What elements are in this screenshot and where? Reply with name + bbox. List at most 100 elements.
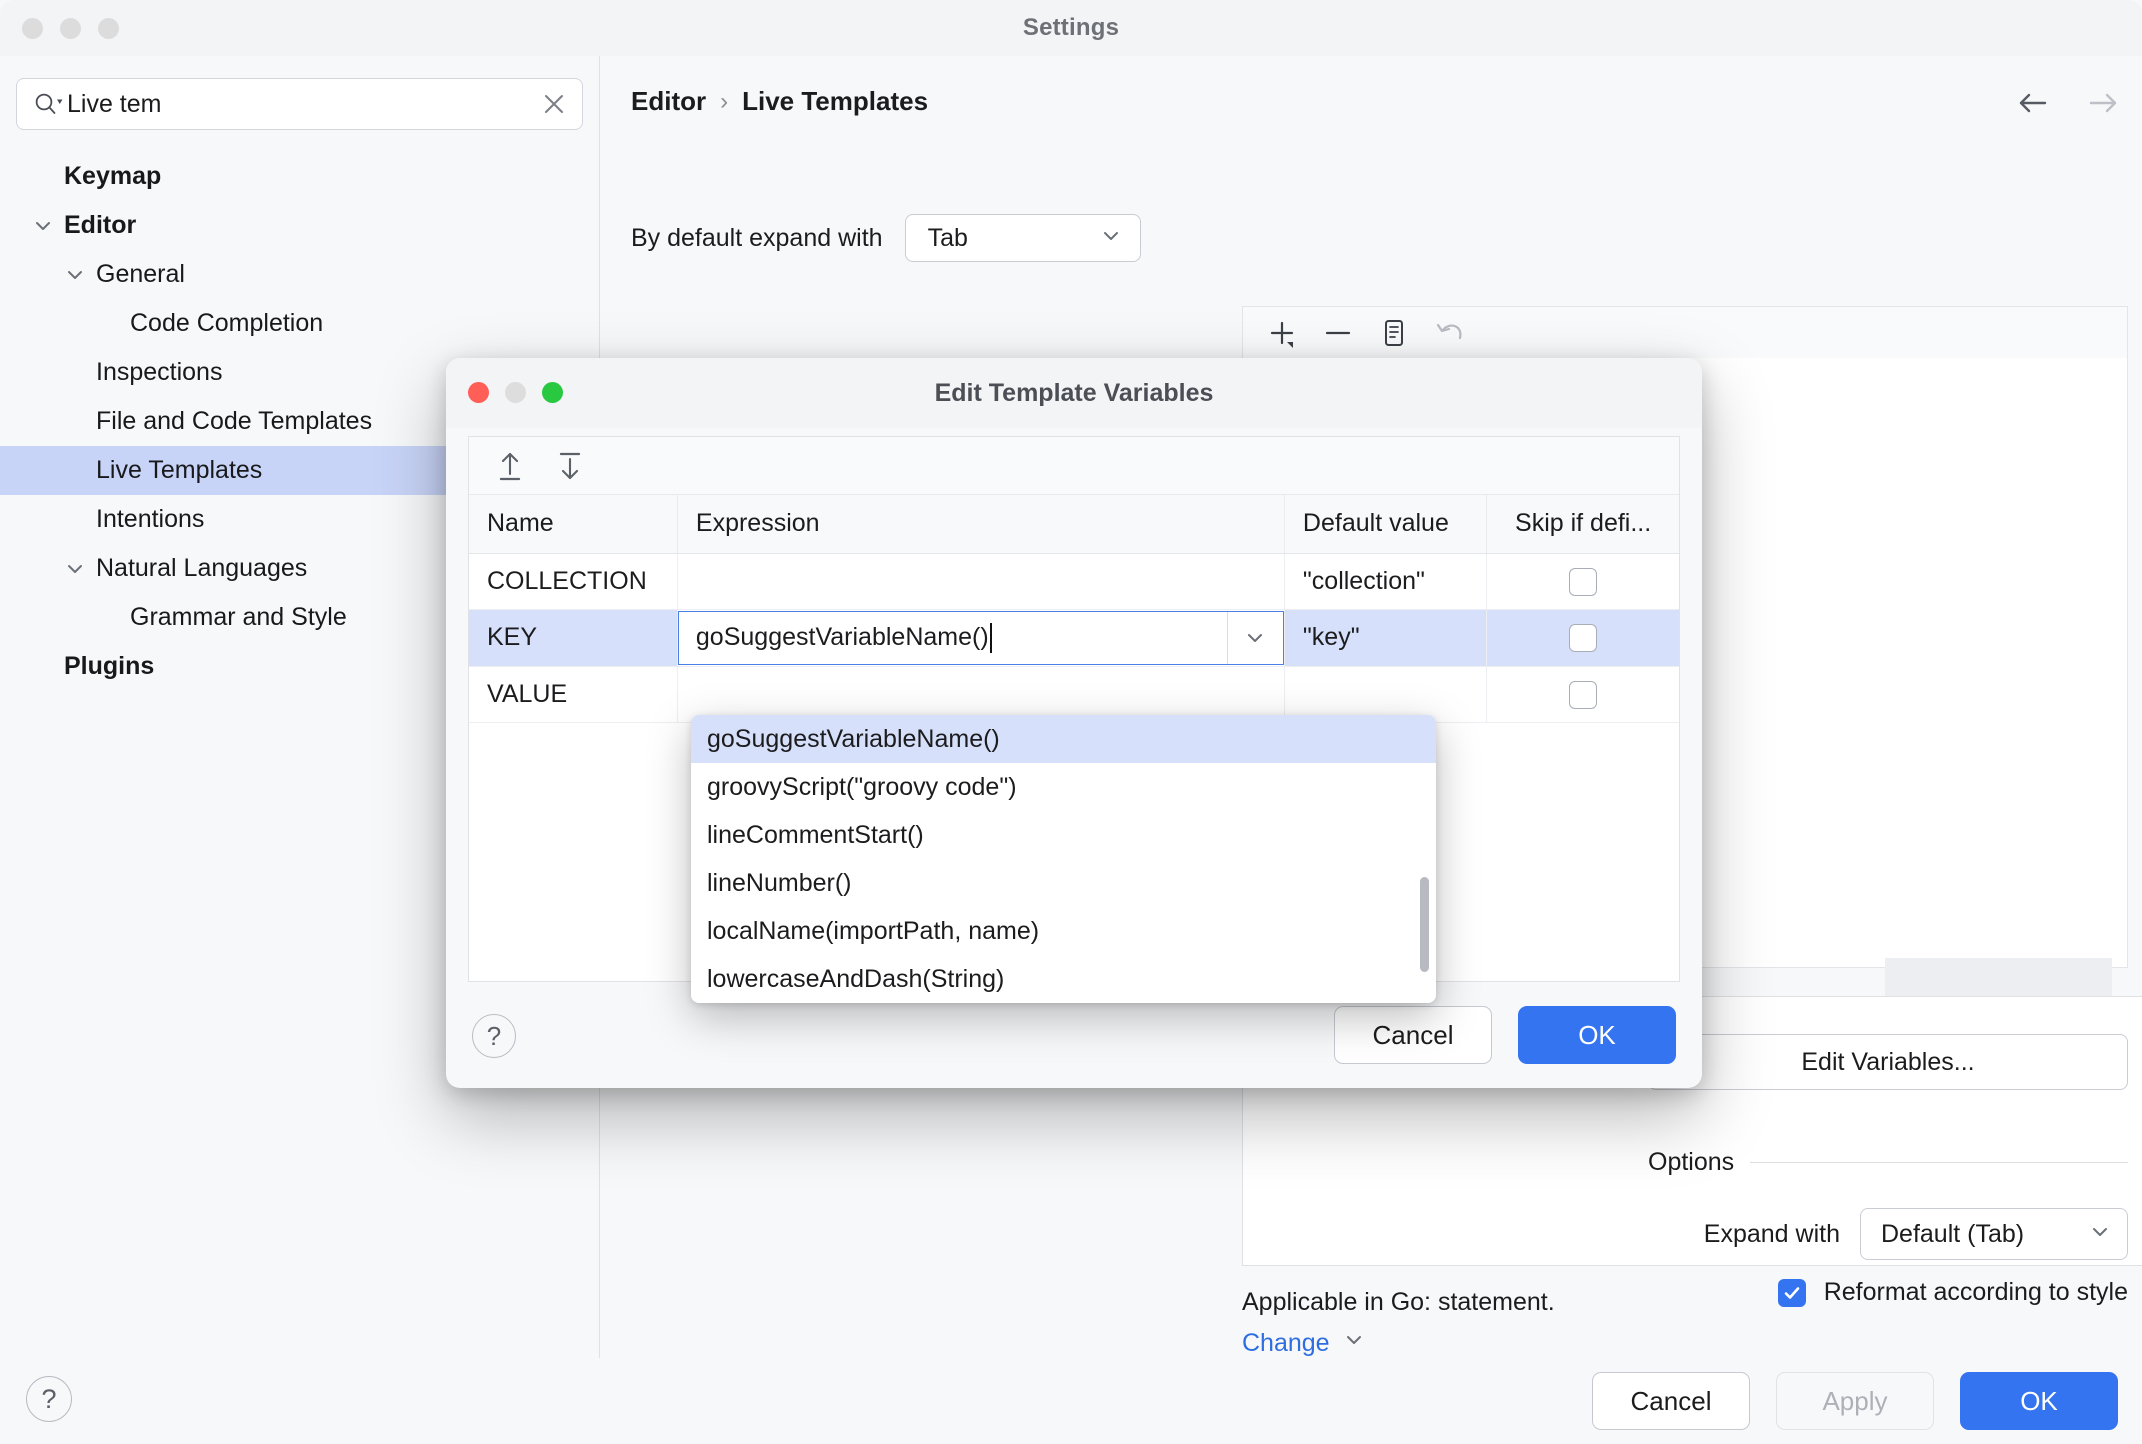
- skip-if-defined-checkbox[interactable]: [1569, 681, 1597, 709]
- window-titlebar: Settings: [0, 0, 2142, 56]
- default-expand-label: By default expand with: [631, 224, 883, 253]
- expand-with-select[interactable]: Default (Tab): [1860, 1208, 2128, 1260]
- autocomplete-item[interactable]: goSuggestVariableName(): [691, 715, 1436, 763]
- window-traffic-lights[interactable]: [22, 18, 119, 39]
- dialog-body: Name Expression Default value Skip if de…: [468, 436, 1680, 982]
- autocomplete-item[interactable]: lineNumber(): [691, 859, 1436, 907]
- column-header-name[interactable]: Name: [469, 495, 677, 553]
- zoom-button[interactable]: [98, 18, 119, 39]
- sidebar-item-label: Natural Languages: [96, 554, 307, 583]
- default-expand-row: By default expand with Tab: [631, 214, 1141, 262]
- variable-default-cell[interactable]: [1284, 666, 1486, 722]
- close-button[interactable]: [22, 18, 43, 39]
- options-section-header: Options: [1648, 1148, 2128, 1177]
- autocomplete-item[interactable]: lowercaseAndDash(String): [691, 955, 1436, 1003]
- sidebar-item-editor[interactable]: Editor: [0, 201, 599, 250]
- sidebar-item-keymap[interactable]: Keymap: [0, 152, 599, 201]
- edit-template-variables-dialog: Edit Template Variables: [446, 358, 1702, 1088]
- variable-expression-cell[interactable]: goSuggestVariableName(): [677, 609, 1284, 666]
- default-expand-value: Tab: [928, 224, 968, 253]
- window-title: Settings: [0, 14, 2142, 42]
- variable-default-cell[interactable]: "collection": [1284, 553, 1486, 609]
- minus-icon[interactable]: [1321, 316, 1355, 350]
- dialog-titlebar: Edit Template Variables: [446, 358, 1702, 428]
- chevron-down-icon[interactable]: [30, 213, 56, 239]
- table-header-row: Name Expression Default value Skip if de…: [469, 495, 1679, 553]
- reformat-row[interactable]: Reformat according to style: [1648, 1278, 2128, 1307]
- ok-button[interactable]: OK: [1960, 1372, 2118, 1430]
- variable-expression-cell[interactable]: [677, 553, 1284, 609]
- expand-with-row: Expand with Default (Tab): [1648, 1208, 2128, 1260]
- table-row[interactable]: VALUE: [469, 666, 1679, 722]
- dialog-minimize-button[interactable]: [505, 382, 526, 403]
- variable-skip-cell[interactable]: [1487, 553, 1679, 609]
- reformat-checkbox[interactable]: [1778, 1279, 1806, 1307]
- column-header-skip-if-defined[interactable]: Skip if defi...: [1487, 495, 1679, 553]
- search-icon: [33, 91, 63, 117]
- chevron-down-icon[interactable]: [62, 556, 88, 582]
- copy-icon[interactable]: [1377, 316, 1411, 350]
- undo-icon[interactable]: [1433, 316, 1467, 350]
- table-row[interactable]: KEY goSuggestVariableName() "key": [469, 609, 1679, 666]
- sidebar-item-label: Code Completion: [130, 309, 323, 338]
- question-icon[interactable]: ?: [26, 1376, 72, 1422]
- default-expand-select[interactable]: Tab: [905, 214, 1141, 262]
- autocomplete-item[interactable]: lineCommentStart(): [691, 811, 1436, 859]
- close-icon[interactable]: [534, 84, 574, 124]
- applicable-context-text: Applicable in Go: statement.: [1242, 1288, 1555, 1317]
- autocomplete-scrollbar[interactable]: [1420, 877, 1429, 972]
- dialog-footer-buttons: Cancel OK: [1334, 1006, 1676, 1064]
- variable-name-cell[interactable]: VALUE: [469, 666, 677, 722]
- sidebar-item-label: Keymap: [64, 162, 161, 191]
- variable-skip-cell[interactable]: [1487, 609, 1679, 666]
- move-to-top-icon[interactable]: [493, 448, 527, 484]
- move-to-bottom-icon[interactable]: [553, 448, 587, 484]
- dialog-cancel-button[interactable]: Cancel: [1334, 1006, 1492, 1064]
- breadcrumb-root[interactable]: Editor: [631, 86, 706, 117]
- apply-button[interactable]: Apply: [1776, 1372, 1934, 1430]
- expression-input[interactable]: goSuggestVariableName(): [678, 611, 1284, 665]
- variable-name-cell[interactable]: KEY: [469, 609, 677, 666]
- variables-toolbar: [469, 437, 1679, 495]
- divider: [1750, 1162, 2128, 1163]
- variable-skip-cell[interactable]: [1487, 666, 1679, 722]
- arrow-left-icon[interactable]: [2016, 86, 2050, 120]
- table-row[interactable]: COLLECTION "collection": [469, 553, 1679, 609]
- sidebar-item-label: Inspections: [96, 358, 222, 387]
- nav-arrows: [2016, 86, 2120, 120]
- dialog-traffic-lights[interactable]: [468, 382, 563, 403]
- autocomplete-item[interactable]: localName(importPath, name): [691, 907, 1436, 955]
- sidebar-item-code-completion[interactable]: Code Completion: [0, 299, 599, 348]
- dialog-ok-button[interactable]: OK: [1518, 1006, 1676, 1064]
- variable-expression-cell[interactable]: [677, 666, 1284, 722]
- expression-autocomplete-popup[interactable]: goSuggestVariableName() groovyScript("gr…: [691, 715, 1436, 1003]
- sidebar-item-label: Grammar and Style: [130, 603, 347, 632]
- templates-toolbar: [1242, 306, 2128, 358]
- search-box[interactable]: [16, 78, 583, 130]
- plus-icon[interactable]: [1265, 316, 1299, 350]
- cancel-button[interactable]: Cancel: [1592, 1372, 1750, 1430]
- column-header-expression[interactable]: Expression: [677, 495, 1284, 553]
- text-caret: [990, 623, 992, 653]
- skip-if-defined-checkbox[interactable]: [1569, 568, 1597, 596]
- change-context-link[interactable]: Change: [1242, 1328, 1366, 1359]
- column-header-default-value[interactable]: Default value: [1284, 495, 1486, 553]
- autocomplete-item[interactable]: groovyScript("groovy code"): [691, 763, 1436, 811]
- dialog-zoom-button[interactable]: [542, 382, 563, 403]
- question-icon[interactable]: ?: [472, 1014, 516, 1058]
- dialog-close-button[interactable]: [468, 382, 489, 403]
- skip-if-defined-checkbox[interactable]: [1569, 624, 1597, 652]
- sidebar-item-general[interactable]: General: [0, 250, 599, 299]
- chevron-down-icon[interactable]: [62, 262, 88, 288]
- footer-buttons: Cancel Apply OK: [1592, 1372, 2118, 1430]
- breadcrumb-current: Live Templates: [742, 86, 928, 117]
- minimize-button[interactable]: [60, 18, 81, 39]
- search-input[interactable]: [67, 90, 534, 119]
- edit-variables-button[interactable]: Edit Variables...: [1648, 1034, 2128, 1090]
- variable-name-cell[interactable]: COLLECTION: [469, 553, 677, 609]
- chevron-down-icon[interactable]: [1227, 612, 1283, 664]
- arrow-right-icon[interactable]: [2086, 86, 2120, 120]
- template-variables-table: Name Expression Default value Skip if de…: [469, 495, 1679, 723]
- variable-default-cell[interactable]: "key": [1284, 609, 1486, 666]
- sidebar-item-label: Intentions: [96, 505, 204, 534]
